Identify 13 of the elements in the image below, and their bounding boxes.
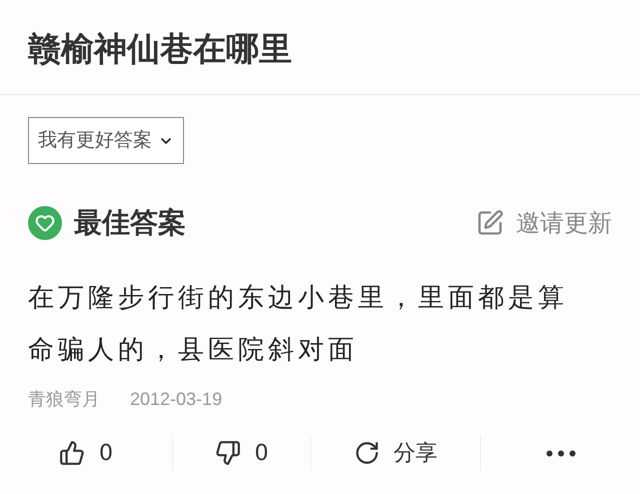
share-arrow-icon [354,440,380,466]
author-name: 青狼弯月 [28,388,100,412]
edit-icon [476,209,504,237]
share-button[interactable]: 分享 [354,436,438,470]
dislike-button[interactable]: 0 [214,436,268,470]
answer-date: 2012-03-19 [130,388,222,411]
thumbs-up-icon [59,440,85,466]
thumbs-down-icon [214,440,240,466]
answer-dropdown[interactable]: 我有更好答案 [28,117,184,164]
best-answer-heading: 最佳答案 [74,205,186,241]
question-title: 赣榆神仙巷在哪里 [28,28,293,70]
like-button[interactable]: 0 [59,436,113,470]
answer-text: 在万隆步行街的东边小巷里，里面都是算命骗人的，县医院斜对面 [27,282,569,367]
